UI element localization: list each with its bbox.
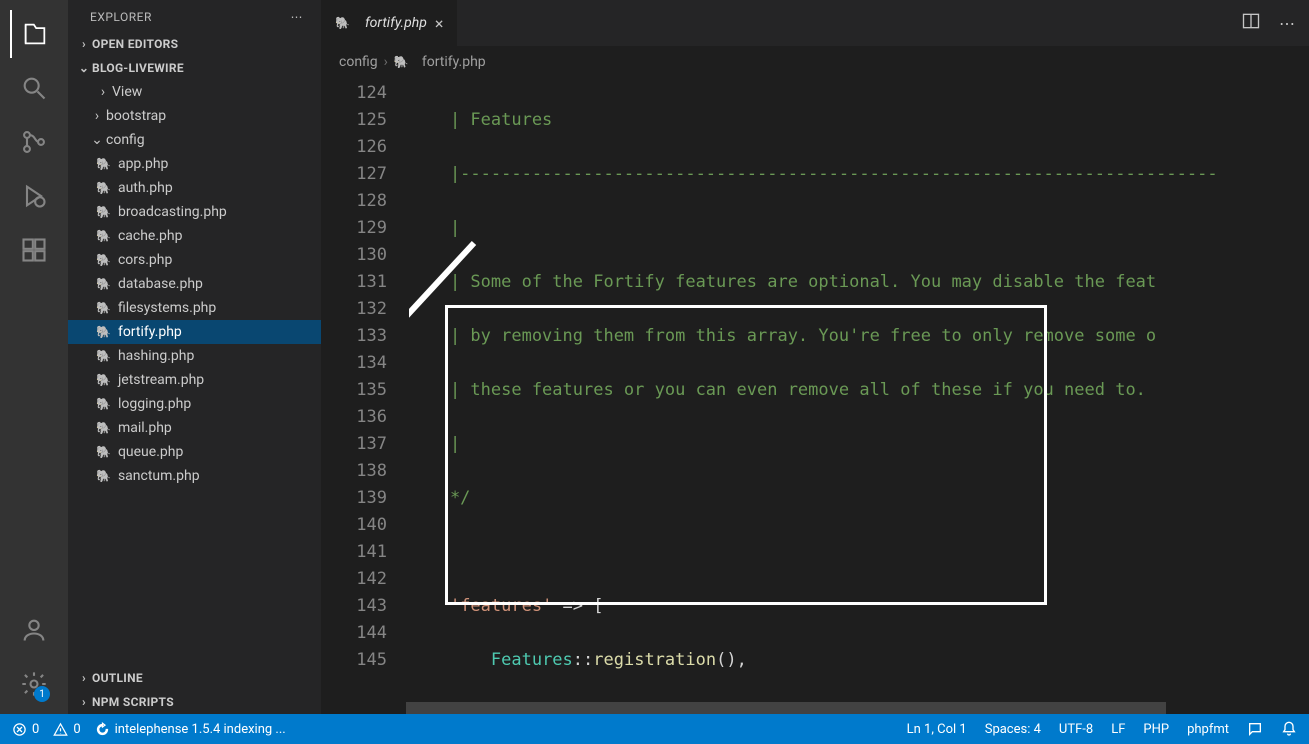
file-hashing[interactable]: 🐘hashing.php <box>68 344 321 368</box>
php-icon: 🐘 <box>394 55 409 69</box>
status-lang[interactable]: PHP <box>1143 722 1169 737</box>
open-editors-section[interactable]: ›OPEN EDITORS <box>68 32 321 56</box>
folder-bootstrap[interactable]: ›bootstrap <box>68 104 321 128</box>
status-spaces[interactable]: Spaces: 4 <box>985 722 1041 737</box>
status-eol[interactable]: LF <box>1111 722 1125 737</box>
php-icon: 🐘 <box>96 301 111 315</box>
explorer-title: EXPLORER <box>90 10 152 24</box>
account-icon[interactable] <box>10 606 58 654</box>
file-queue[interactable]: 🐘queue.php <box>68 440 321 464</box>
php-icon: 🐘 <box>96 181 111 195</box>
file-sanctum[interactable]: 🐘sanctum.php <box>68 464 321 488</box>
file-fortify[interactable]: 🐘fortify.php <box>68 320 321 344</box>
php-icon: 🐘 <box>96 205 111 219</box>
settings-gear-icon[interactable]: 1 <box>10 660 58 708</box>
status-lncol[interactable]: Ln 1, Col 1 <box>907 722 967 737</box>
minimap[interactable] <box>1279 80 1309 702</box>
more-actions-icon[interactable]: ⋯ <box>1279 14 1295 33</box>
php-icon: 🐘 <box>96 157 111 171</box>
file-tree: ›View ›bootstrap ⌄config 🐘app.php 🐘auth.… <box>68 80 321 666</box>
folder-view[interactable]: ›View <box>68 80 321 104</box>
file-mail[interactable]: 🐘mail.php <box>68 416 321 440</box>
php-icon: 🐘 <box>96 253 111 267</box>
code-editor[interactable]: 1241251261271281291301311321331341351361… <box>321 80 1309 702</box>
activity-bar: 1 <box>0 0 68 714</box>
code-content[interactable]: | Features |----------------------------… <box>409 80 1309 702</box>
file-database[interactable]: 🐘database.php <box>68 272 321 296</box>
file-cache[interactable]: 🐘cache.php <box>68 224 321 248</box>
bell-icon[interactable] <box>1281 721 1297 737</box>
php-icon: 🐘 <box>96 445 111 459</box>
file-jetstream[interactable]: 🐘jetstream.php <box>68 368 321 392</box>
npm-scripts-section[interactable]: ›NPM SCRIPTS <box>68 690 321 714</box>
php-icon: 🐘 <box>96 277 111 291</box>
file-auth[interactable]: 🐘auth.php <box>68 176 321 200</box>
tab-fortify[interactable]: 🐘 fortify.php × <box>321 0 458 46</box>
line-gutter: 1241251261271281291301311321331341351361… <box>321 80 409 702</box>
file-broadcasting[interactable]: 🐘broadcasting.php <box>68 200 321 224</box>
breadcrumb-seg-file[interactable]: fortify.php <box>422 54 486 70</box>
status-formatter[interactable]: phpfmt <box>1187 722 1229 737</box>
php-icon: 🐘 <box>335 16 350 30</box>
file-cors[interactable]: 🐘cors.php <box>68 248 321 272</box>
php-icon: 🐘 <box>96 373 111 387</box>
status-bar: 0 0 intelephense 1.5.4 indexing ... Ln 1… <box>0 714 1309 744</box>
chevron-right-icon: › <box>384 54 388 70</box>
php-icon: 🐘 <box>96 397 111 411</box>
status-indexing[interactable]: intelephense 1.5.4 indexing ... <box>95 722 286 737</box>
explorer-icon[interactable] <box>10 10 58 58</box>
status-encoding[interactable]: UTF-8 <box>1059 722 1093 737</box>
php-icon: 🐘 <box>96 325 111 339</box>
settings-badge: 1 <box>34 686 50 702</box>
php-icon: 🐘 <box>96 469 111 483</box>
project-section[interactable]: ⌄BLOG-LIVEWIRE <box>68 56 321 80</box>
debug-icon[interactable] <box>10 172 58 220</box>
scrollbar-thumb[interactable] <box>406 702 1166 714</box>
sidebar: EXPLORER ⋯ ›OPEN EDITORS ⌄BLOG-LIVEWIRE … <box>68 0 321 714</box>
status-errors[interactable]: 0 <box>12 722 39 737</box>
explorer-more-icon[interactable]: ⋯ <box>291 10 304 24</box>
source-control-icon[interactable] <box>10 118 58 166</box>
file-logging[interactable]: 🐘logging.php <box>68 392 321 416</box>
php-icon: 🐘 <box>96 229 111 243</box>
horizontal-scrollbar[interactable] <box>321 702 1309 714</box>
breadcrumb-seg-config[interactable]: config <box>339 54 378 70</box>
outline-section[interactable]: ›OUTLINE <box>68 666 321 690</box>
folder-config[interactable]: ⌄config <box>68 128 321 152</box>
tab-bar: 🐘 fortify.php × ⋯ <box>321 0 1309 46</box>
status-warnings[interactable]: 0 <box>53 722 80 737</box>
close-icon[interactable]: × <box>435 14 444 33</box>
breadcrumb[interactable]: config › 🐘 fortify.php <box>321 46 1309 80</box>
php-icon: 🐘 <box>96 349 111 363</box>
editor-area: 🐘 fortify.php × ⋯ config › 🐘 fortify.php… <box>321 0 1309 714</box>
feedback-icon[interactable] <box>1247 721 1263 737</box>
php-icon: 🐘 <box>96 421 111 435</box>
search-icon[interactable] <box>10 64 58 112</box>
file-filesystems[interactable]: 🐘filesystems.php <box>68 296 321 320</box>
file-app[interactable]: 🐘app.php <box>68 152 321 176</box>
extensions-icon[interactable] <box>10 226 58 274</box>
split-editor-icon[interactable] <box>1241 11 1261 35</box>
